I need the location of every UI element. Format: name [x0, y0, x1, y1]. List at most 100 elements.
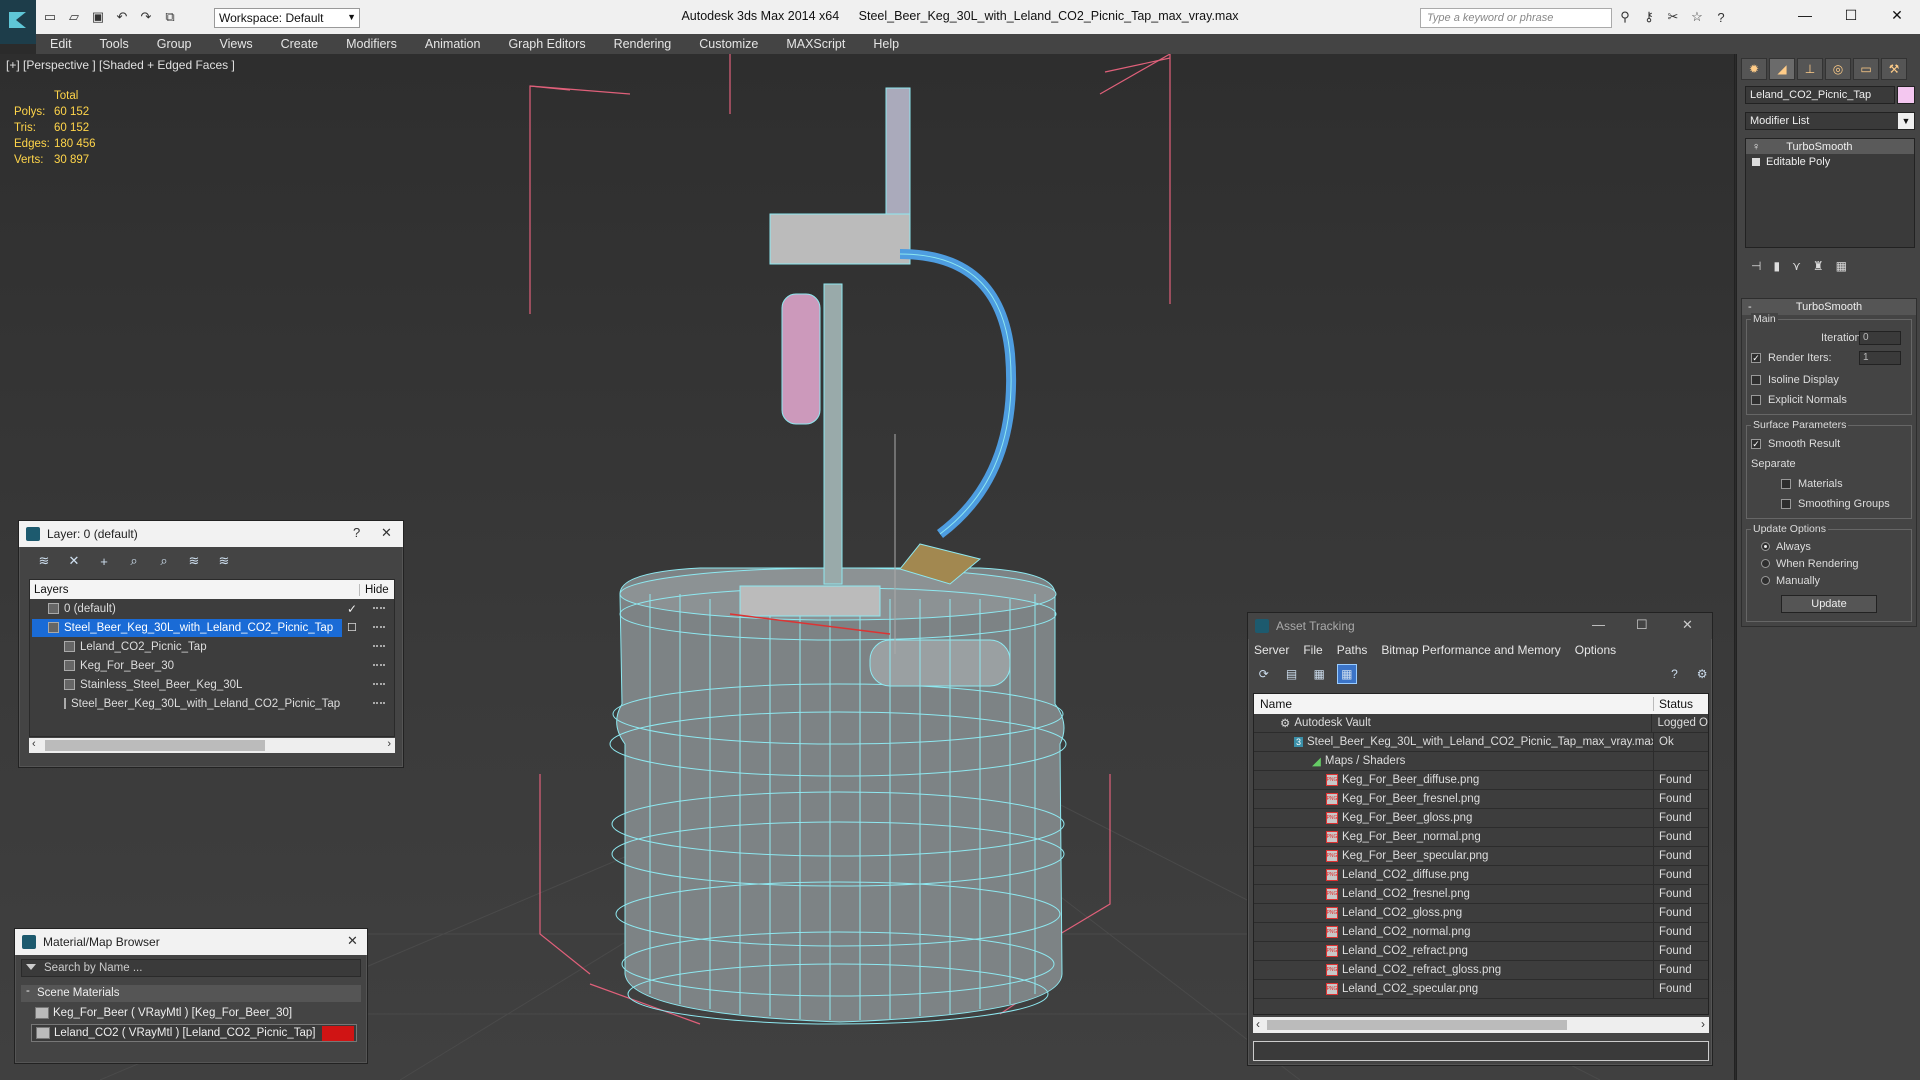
remove-modifier-icon[interactable]: ♜: [1813, 259, 1824, 273]
expand-icon[interactable]: [1752, 157, 1760, 166]
refresh-icon[interactable]: ⟳: [1254, 664, 1274, 684]
hide-toggle[interactable]: [373, 664, 385, 666]
asset-row[interactable]: PNG Keg_For_Beer_gloss.png Found: [1254, 809, 1708, 828]
maximize-icon[interactable]: ☐: [1828, 0, 1874, 30]
app-logo[interactable]: [0, 0, 36, 44]
hide-toggle[interactable]: [373, 645, 385, 647]
connect-icon[interactable]: ✂: [1664, 8, 1682, 26]
motion-tab-icon[interactable]: ◎: [1825, 58, 1851, 80]
layer-window-titlebar[interactable]: Layer: 0 (default) ? ✕: [19, 521, 403, 547]
menu-graph-editors[interactable]: Graph Editors: [494, 37, 599, 51]
menu-modifiers[interactable]: Modifiers: [332, 37, 411, 51]
asset-row[interactable]: PNG Leland_CO2_gloss.png Found: [1254, 904, 1708, 923]
maximize-icon[interactable]: ☐: [1636, 617, 1648, 633]
create-tab-icon[interactable]: ✹: [1741, 58, 1767, 80]
help-icon[interactable]: ?: [1665, 664, 1685, 684]
layer-row[interactable]: Keg_For_Beer_30: [30, 656, 394, 675]
modifier-list-dropdown[interactable]: Modifier List ▼: [1745, 112, 1915, 130]
help-icon[interactable]: ?: [353, 525, 360, 540]
add-to-layer-icon[interactable]: +: [93, 551, 115, 571]
render-iters-spinner[interactable]: 1: [1859, 351, 1901, 365]
asset-path-field[interactable]: [1253, 1041, 1709, 1061]
update-button[interactable]: Update: [1781, 595, 1877, 613]
layer-row[interactable]: 0 (default) ✓: [30, 599, 394, 618]
isoline-checkbox[interactable]: [1751, 375, 1761, 385]
configure-sets-icon[interactable]: ▦: [1836, 259, 1847, 273]
asset-row[interactable]: PNG Keg_For_Beer_diffuse.png Found: [1254, 771, 1708, 790]
asset-horizontal-scrollbar[interactable]: ‹ ›: [1253, 1017, 1709, 1033]
asset-row[interactable]: PNG Leland_CO2_normal.png Found: [1254, 923, 1708, 942]
minimize-icon[interactable]: —: [1782, 0, 1828, 30]
close-icon[interactable]: ✕: [347, 933, 358, 949]
asset-tracking-titlebar[interactable]: Asset Tracking — ☐ ✕: [1248, 613, 1712, 639]
scrollbar-thumb[interactable]: [45, 740, 265, 751]
asset-row[interactable]: PNG Leland_CO2_specular.png Found: [1254, 980, 1708, 999]
asset-row[interactable]: PNG Leland_CO2_fresnel.png Found: [1254, 885, 1708, 904]
always-radio[interactable]: [1761, 542, 1770, 551]
delete-layer-icon[interactable]: ✕: [63, 551, 85, 571]
menu-rendering[interactable]: Rendering: [600, 37, 686, 51]
layer-horizontal-scrollbar[interactable]: ‹ ›: [29, 738, 395, 753]
material-search-input[interactable]: Search by Name ...: [21, 959, 361, 977]
open-file-icon[interactable]: ▱: [64, 7, 84, 27]
help-search-input[interactable]: Type a keyword or phrase: [1420, 8, 1612, 28]
close-icon[interactable]: ✕: [381, 525, 392, 541]
options-dropdown-icon[interactable]: [26, 964, 36, 970]
new-file-icon[interactable]: ▭: [40, 7, 60, 27]
stack-item-turbosmooth[interactable]: ♀ TurboSmooth: [1746, 139, 1914, 154]
render-iters-checkbox[interactable]: ✓: [1751, 353, 1761, 363]
iterations-spinner[interactable]: 0: [1859, 331, 1901, 345]
asset-row[interactable]: PNG Leland_CO2_refract_gloss.png Found: [1254, 961, 1708, 980]
make-unique-icon[interactable]: ⋎: [1792, 259, 1801, 273]
modify-tab-icon[interactable]: ◢: [1769, 58, 1795, 80]
layer-row[interactable]: Leland_CO2_Picnic_Tap: [30, 637, 394, 656]
highlight-layer-icon[interactable]: ⌕: [153, 551, 175, 571]
asset-row[interactable]: ◢ Maps / Shaders: [1254, 752, 1708, 771]
menu-create[interactable]: Create: [267, 37, 333, 51]
settings-icon[interactable]: ⚙: [1692, 664, 1712, 684]
menu-group[interactable]: Group: [143, 37, 206, 51]
asset-row[interactable]: ⚙ Autodesk Vault Logged O: [1254, 714, 1708, 733]
menu-animation[interactable]: Animation: [411, 37, 495, 51]
menu-file[interactable]: File: [1303, 643, 1322, 657]
viewport-label[interactable]: [+] [Perspective ] [Shaded + Edged Faces…: [6, 58, 235, 72]
hide-toggle[interactable]: [373, 683, 385, 685]
hide-toggle[interactable]: [373, 702, 385, 704]
scroll-left-icon[interactable]: ‹: [32, 738, 36, 750]
hide-toggle[interactable]: [373, 607, 385, 609]
menu-customize[interactable]: Customize: [685, 37, 772, 51]
stack-item-editable-poly[interactable]: Editable Poly: [1746, 154, 1914, 169]
asset-row[interactable]: 3 Steel_Beer_Keg_30L_with_Leland_CO2_Picn…: [1254, 733, 1708, 752]
material-browser-titlebar[interactable]: Material/Map Browser ✕: [15, 929, 367, 955]
layer-row[interactable]: Steel_Beer_Keg_30L_with_Leland_CO2_Picni…: [30, 694, 394, 713]
scroll-left-icon[interactable]: ‹: [1256, 1017, 1260, 1031]
key-icon[interactable]: ⚷: [1640, 8, 1658, 26]
scrollbar-thumb[interactable]: [1267, 1020, 1567, 1030]
manually-radio[interactable]: [1761, 576, 1770, 585]
favorites-star-icon[interactable]: ☆: [1688, 8, 1706, 26]
asset-row[interactable]: PNG Keg_For_Beer_fresnel.png Found: [1254, 790, 1708, 809]
help-icon[interactable]: ?: [1712, 8, 1730, 26]
hold-icon[interactable]: ⧉: [160, 7, 180, 27]
show-end-result-icon[interactable]: ▮: [1773, 259, 1780, 273]
workspace-select[interactable]: Workspace: Default ▼: [214, 8, 360, 28]
asset-row[interactable]: PNG Leland_CO2_diffuse.png Found: [1254, 866, 1708, 885]
menu-paths[interactable]: Paths: [1337, 643, 1368, 657]
list-view-icon[interactable]: ▤: [1282, 664, 1302, 684]
hierarchy-tab-icon[interactable]: ⊥: [1797, 58, 1823, 80]
col-layers[interactable]: Layers: [30, 583, 360, 596]
save-icon[interactable]: ▣: [88, 7, 108, 27]
binoculars-icon[interactable]: ⚲: [1616, 8, 1634, 26]
pin-stack-icon[interactable]: ⊣: [1751, 259, 1761, 273]
utilities-tab-icon[interactable]: ⚒: [1881, 58, 1907, 80]
smooth-result-checkbox[interactable]: ✓: [1751, 439, 1761, 449]
freeze-all-layers-icon[interactable]: ≋: [213, 551, 235, 571]
col-hide[interactable]: Hide: [360, 584, 389, 596]
when-rendering-radio[interactable]: [1761, 559, 1770, 568]
undo-icon[interactable]: ↶: [112, 7, 132, 27]
menu-options[interactable]: Options: [1575, 643, 1616, 657]
redo-icon[interactable]: ↷: [136, 7, 156, 27]
menu-server[interactable]: Server: [1254, 643, 1289, 657]
table-view-icon[interactable]: ▦: [1336, 664, 1357, 684]
hide-toggle[interactable]: [373, 626, 385, 628]
